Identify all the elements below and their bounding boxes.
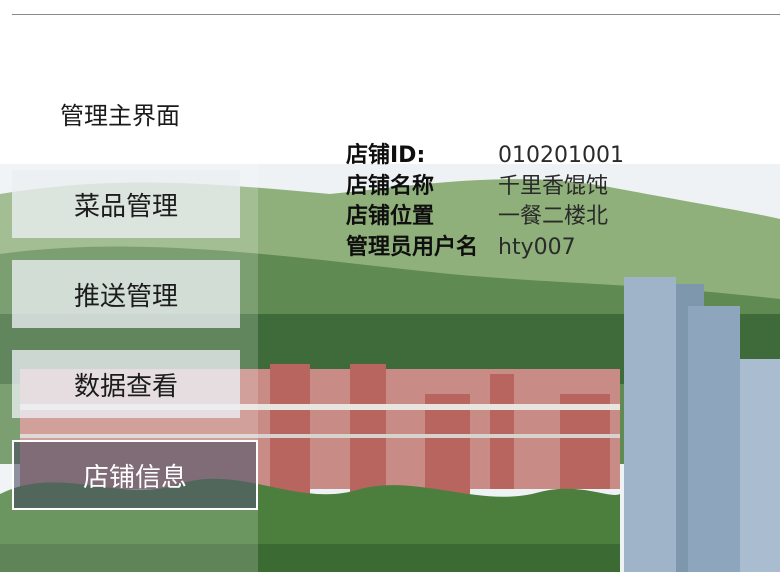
page-title: 管理主界面 — [60, 102, 180, 130]
admin-username-value: hty007 — [498, 234, 576, 260]
store-name-label: 店铺名称 — [346, 173, 435, 199]
store-location-value: 一餐二楼北 — [498, 204, 609, 229]
nav-item-label: 菜品管理 — [73, 191, 178, 222]
store-info-panel: 店铺ID: 010201001 店铺名称 千里香馄饨 店铺位置 一餐二楼北 管理… — [346, 141, 624, 263]
store-name-value: 千里香馄饨 — [498, 173, 609, 199]
store-id-value: 010201001 — [498, 143, 624, 168]
admin-username-row: 管理员用户名 hty007 — [346, 233, 624, 264]
store-id-row: 店铺ID: 010201001 — [346, 141, 624, 172]
nav-item-push[interactable]: 推送管理 — [12, 260, 240, 328]
store-location-label: 店铺位置 — [346, 204, 435, 229]
nav-item-dishes[interactable]: 菜品管理 — [12, 170, 240, 238]
store-location-row: 店铺位置 一餐二楼北 — [346, 202, 624, 233]
store-name-row: 店铺名称 千里香馄饨 — [346, 172, 624, 203]
store-id-label: 店铺ID: — [346, 143, 426, 168]
nav-item-label: 数据查看 — [73, 371, 178, 402]
nav-item-label: 店铺信息 — [82, 462, 187, 493]
nav-item-label: 推送管理 — [73, 281, 178, 312]
nav-item-data[interactable]: 数据查看 — [12, 350, 240, 418]
side-navigation: 菜品管理 推送管理 数据查看 店铺信息 — [0, 164, 258, 572]
nav-item-store-info[interactable]: 店铺信息 — [12, 440, 258, 510]
admin-username-label: 管理员用户名 — [346, 234, 479, 260]
top-divider — [12, 14, 780, 15]
